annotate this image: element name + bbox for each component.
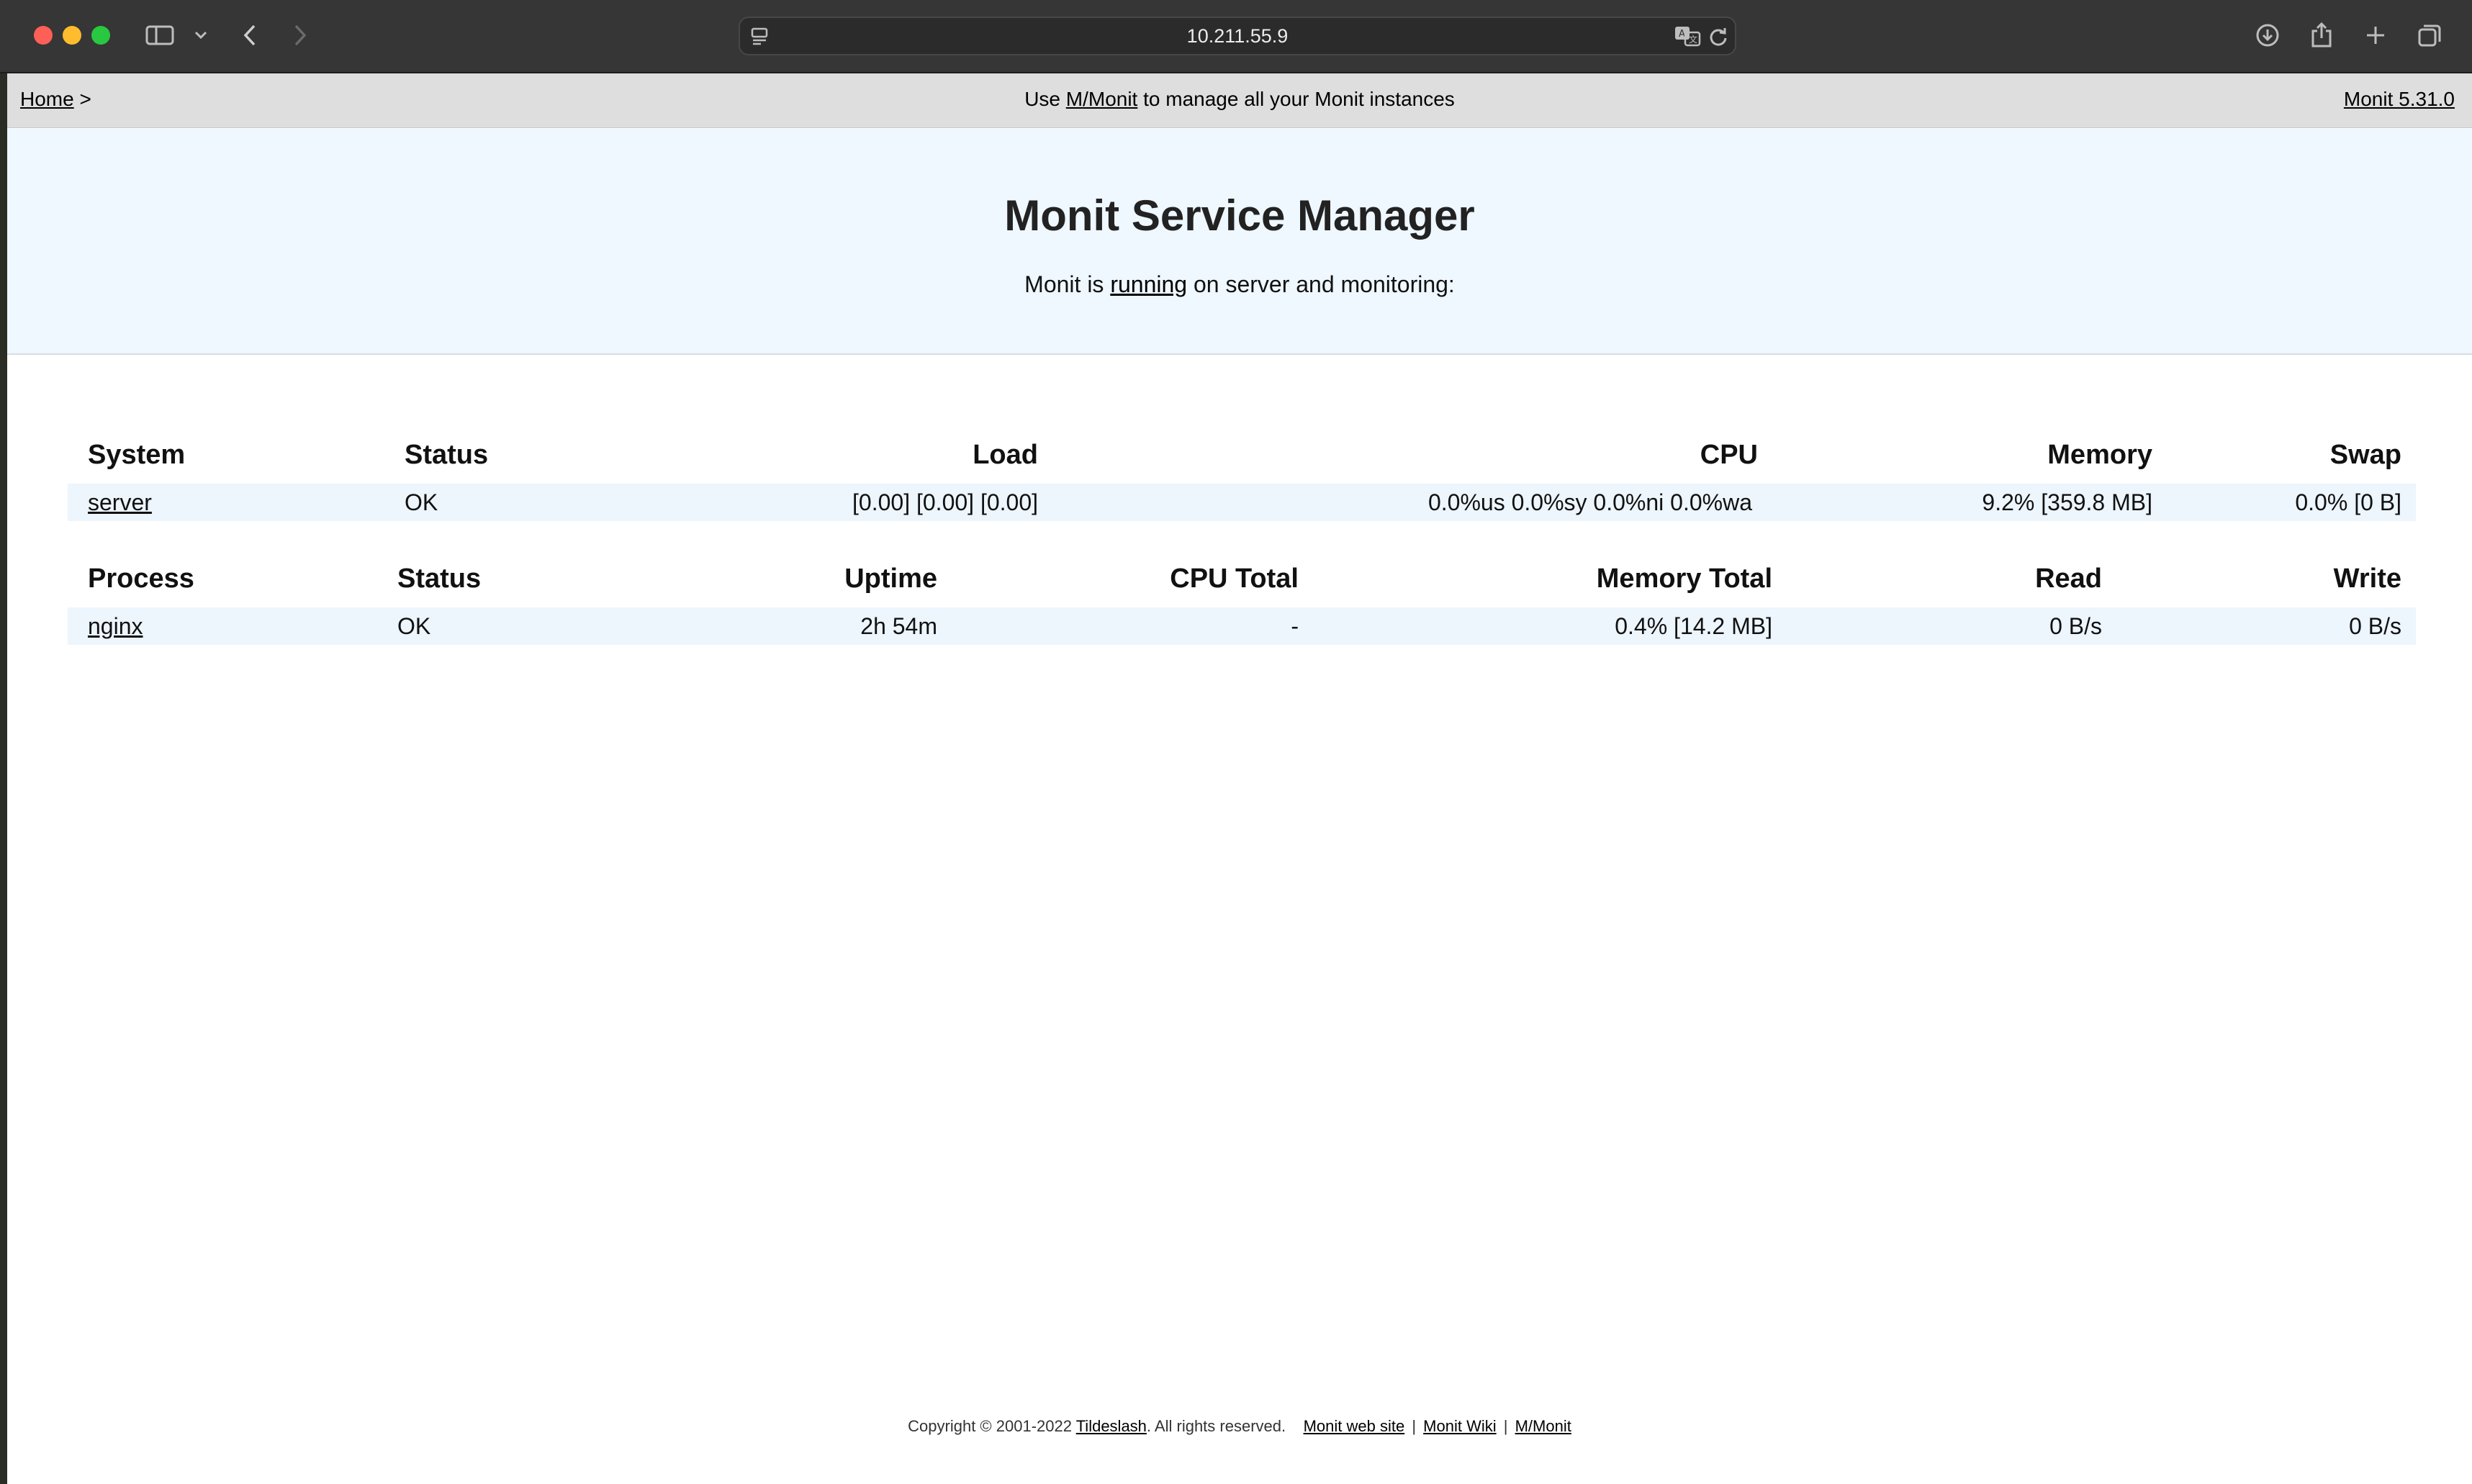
mmonit-link[interactable]: M/Monit — [1066, 88, 1138, 110]
version-link[interactable]: Monit 5.31.0 — [2344, 88, 2455, 110]
download-icon[interactable] — [2253, 18, 2282, 53]
system-table-header: System Status Load CPU Memory Swap — [68, 433, 2416, 476]
process-table-header: Process Status Uptime CPU Total Memory T… — [68, 557, 2416, 600]
footer: Copyright © 2001-2022 Tildeslash. All ri… — [7, 1417, 2472, 1436]
table-row: nginx OK 2h 54m - 0.4% [14.2 MB] 0 B/s 0… — [68, 607, 2416, 645]
rights-text: . All rights reserved. — [1146, 1417, 1286, 1435]
load-value: [0.00] [0.00] [0.00] — [852, 489, 1038, 515]
footer-mmonit-link[interactable]: M/Monit — [1515, 1417, 1571, 1435]
status-prefix: Monit is — [1024, 271, 1104, 297]
col-status: Status — [405, 440, 489, 470]
promo-prefix: Use — [1024, 88, 1060, 110]
promo-suffix: to manage all your Monit instances — [1143, 88, 1455, 110]
browser-toolbar: 10.211.55.9 A文 — [0, 0, 2472, 73]
write-value: 0 B/s — [2349, 613, 2401, 639]
col-cpu-total: CPU Total — [1170, 564, 1299, 594]
col-system: System — [88, 440, 186, 470]
top-nav: Home > Use M/Monit to manage all your Mo… — [7, 73, 2472, 128]
tabs-overview-icon[interactable] — [2415, 18, 2444, 53]
col-swap: Swap — [2329, 440, 2401, 470]
tildeslash-link[interactable]: Tildeslash — [1076, 1417, 1147, 1435]
col-memory-total: Memory Total — [1596, 564, 1772, 594]
translate-icon[interactable]: A文 — [1673, 18, 1702, 54]
footer-separator: | — [1412, 1417, 1417, 1435]
page-title: Monit Service Manager — [1004, 191, 1475, 240]
url-text[interactable]: 10.211.55.9 — [740, 18, 1735, 54]
page-header: Monit Service Manager Monit is running o… — [7, 129, 2472, 355]
memory-value: 9.2% [359.8 MB] — [1982, 489, 2152, 515]
col-write: Write — [2333, 564, 2401, 594]
col-read: Read — [2035, 564, 2102, 594]
status-badge: OK — [397, 613, 431, 639]
svg-text:A: A — [1679, 29, 1685, 40]
process-table: Process Status Uptime CPU Total Memory T… — [68, 557, 2416, 651]
status-line: Monit is running on server and monitorin… — [7, 271, 2472, 298]
monit-wiki-link[interactable]: Monit Wiki — [1423, 1417, 1496, 1435]
col-cpu: CPU — [1700, 440, 1758, 470]
status-badge: OK — [405, 489, 438, 515]
memory-total-value: 0.4% [14.2 MB] — [1615, 613, 1772, 639]
table-row: server OK [0.00] [0.00] [0.00] 0.0%us 0.… — [68, 484, 2416, 521]
col-process: Process — [88, 564, 194, 594]
status-suffix: on server and monitoring: — [1193, 271, 1455, 297]
reload-icon[interactable] — [1708, 18, 1729, 54]
uptime-value: 2h 54m — [860, 613, 937, 639]
footer-separator: | — [1503, 1417, 1508, 1435]
col-memory: Memory — [2047, 440, 2152, 470]
svg-text:文: 文 — [1689, 34, 1697, 45]
zoom-window-button[interactable] — [91, 26, 110, 45]
chevron-down-icon[interactable] — [193, 18, 209, 53]
cpu-value: 0.0%us 0.0%sy 0.0%ni 0.0%wa — [1427, 489, 1752, 515]
col-load: Load — [973, 440, 1038, 470]
monit-web-site-link[interactable]: Monit web site — [1304, 1417, 1405, 1435]
back-arrow-icon[interactable] — [238, 18, 262, 53]
close-window-button[interactable] — [34, 26, 53, 45]
address-bar[interactable]: 10.211.55.9 A文 — [739, 17, 1736, 55]
swap-value: 0.0% [0 B] — [2295, 489, 2401, 515]
mmonit-promo: Use M/Monit to manage all your Monit ins… — [7, 88, 2472, 111]
system-name-link[interactable]: server — [88, 484, 152, 521]
web-page: Home > Use M/Monit to manage all your Mo… — [7, 73, 2472, 1484]
col-uptime: Uptime — [844, 564, 937, 594]
copyright-text: Copyright © 2001-2022 — [908, 1417, 1072, 1435]
minimize-window-button[interactable] — [63, 26, 81, 45]
read-value: 0 B/s — [2049, 613, 2102, 639]
plus-icon[interactable] — [2361, 18, 2390, 53]
share-icon[interactable] — [2307, 18, 2336, 53]
col-status: Status — [397, 564, 482, 594]
forward-arrow-icon[interactable] — [288, 18, 312, 53]
cpu-total-value: - — [1291, 613, 1299, 639]
running-link[interactable]: running — [1110, 271, 1187, 297]
system-table: System Status Load CPU Memory Swap serve… — [68, 433, 2416, 527]
process-name-link[interactable]: nginx — [88, 607, 143, 645]
sidebar-icon[interactable] — [144, 18, 176, 53]
